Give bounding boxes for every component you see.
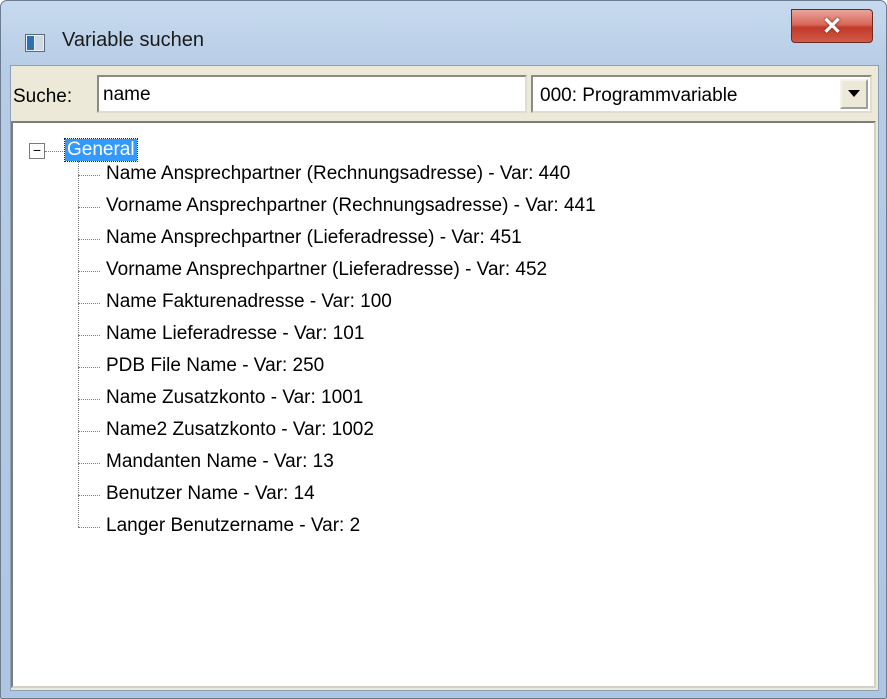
tree-connector-vertical [78,161,79,527]
window-icon [25,34,45,52]
tree-item-label: Name2 Zusatzkonto - Var: 1002 [106,419,374,440]
tree-connector [45,151,65,152]
minus-icon[interactable]: − [29,143,45,159]
dialog-window: Variable suchen ✕ Suche: 000: Programmva… [0,0,887,699]
chevron-down-icon [848,90,860,97]
tree-connector [78,495,100,496]
tree-connector [78,431,100,432]
tree-item-label: Mandanten Name - Var: 13 [106,451,334,472]
tree-connector [78,367,100,368]
search-label: Suche: [13,86,73,107]
title-bar[interactable]: Variable suchen ✕ [1,1,886,65]
tree-item-label: Langer Benutzername - Var: 2 [106,515,361,536]
tree-connector [78,175,100,176]
tree-item-label: Name Fakturenadresse - Var: 100 [106,291,392,312]
tree-connector [78,463,100,464]
dropdown-button[interactable] [840,79,868,109]
window-title: Variable suchen [62,29,204,51]
tree-item-label: Vorname Ansprechpartner (Rechnungsadress… [106,195,596,216]
tree-item-label: PDB File Name - Var: 250 [106,355,325,376]
tree-connector [78,335,100,336]
tree-item-label: Benutzer Name - Var: 14 [106,483,315,504]
close-button[interactable]: ✕ [791,9,873,43]
tree-connector [78,399,100,400]
tree-connector [78,271,100,272]
search-input[interactable] [97,75,527,113]
tree-item-label: Name Ansprechpartner (Rechnungsadresse) … [106,163,571,184]
variable-tree[interactable]: − General Name Ansprechpartner (Rechnung… [11,121,876,688]
tree-connector [78,207,100,208]
close-icon: ✕ [821,12,843,40]
tree-connector [78,239,100,240]
tree-item-label: Name Lieferadresse - Var: 101 [106,323,365,344]
tree-connector [78,303,100,304]
tree-connector [78,527,100,528]
category-select[interactable]: 000: Programmvariable [531,75,872,113]
tree-item-label: Vorname Ansprechpartner (Lieferadresse) … [106,259,548,280]
dialog-client-area: Suche: 000: Programmvariable − General N… [10,65,879,691]
tree-item-label: Name Ansprechpartner (Lieferadresse) - V… [106,227,522,248]
category-select-value: 000: Programmvariable [540,85,738,106]
tree-root-general[interactable]: General [64,138,138,162]
tree-item-label: Name Zusatzkonto - Var: 1001 [106,387,364,408]
